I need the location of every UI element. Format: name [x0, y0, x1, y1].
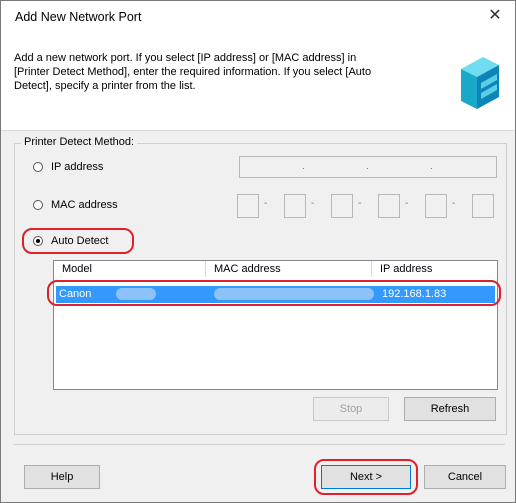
highlight-ring-selected-printer: [47, 280, 501, 306]
description-line-2: [Printer Detect Method], enter the requi…: [14, 66, 372, 78]
help-button[interactable]: Help: [24, 465, 100, 489]
description-line-3: Detect], specify a printer from the list…: [14, 80, 196, 92]
mac-octet-field: [237, 194, 259, 218]
highlight-ring-auto-detect: [22, 228, 134, 254]
ip-address-field: . . .: [239, 156, 497, 178]
radio-ip-address-label: IP address: [51, 161, 104, 173]
radio-mac-address[interactable]: MAC address: [33, 199, 118, 211]
mac-octet-field: [331, 194, 353, 218]
description-text: Add a new network port. If you select [I…: [14, 51, 419, 93]
cancel-button[interactable]: Cancel: [424, 465, 506, 489]
title-bar: Add New Network Port ✕: [1, 1, 515, 35]
radio-mac-address-circle[interactable]: [33, 200, 43, 210]
mac-separator: -: [452, 198, 456, 209]
column-header-ip-address[interactable]: IP address: [372, 261, 497, 277]
mac-octet-field: [284, 194, 306, 218]
add-network-port-dialog: Add New Network Port ✕ Add a new network…: [0, 0, 516, 503]
footer-divider: [14, 444, 505, 445]
mac-octet-field: [472, 194, 494, 218]
column-header-model[interactable]: Model: [54, 261, 206, 277]
mac-separator: -: [405, 198, 409, 209]
mac-octet-field: [378, 194, 400, 218]
ip-separator: .: [366, 161, 369, 172]
radio-ip-address[interactable]: IP address: [33, 161, 103, 173]
close-icon[interactable]: ✕: [485, 6, 505, 26]
radio-mac-address-label: MAC address: [51, 199, 118, 211]
highlight-ring-next: [314, 459, 418, 495]
mac-separator: -: [358, 198, 362, 209]
mac-separator: -: [311, 198, 315, 209]
radio-ip-address-circle[interactable]: [33, 162, 43, 172]
window-title: Add New Network Port: [15, 10, 142, 24]
ip-separator: .: [430, 161, 433, 172]
ip-separator: .: [302, 161, 305, 172]
description-line-1: Add a new network port. If you select [I…: [14, 52, 357, 64]
column-header-mac-address[interactable]: MAC address: [206, 261, 372, 277]
mac-octet-field: [425, 194, 447, 218]
mac-separator: -: [264, 198, 268, 209]
refresh-button[interactable]: Refresh: [404, 397, 496, 421]
stop-button[interactable]: Stop: [313, 397, 389, 421]
printer-detect-label: Printer Detect Method:: [21, 136, 138, 148]
network-printer-icon: [461, 57, 499, 109]
